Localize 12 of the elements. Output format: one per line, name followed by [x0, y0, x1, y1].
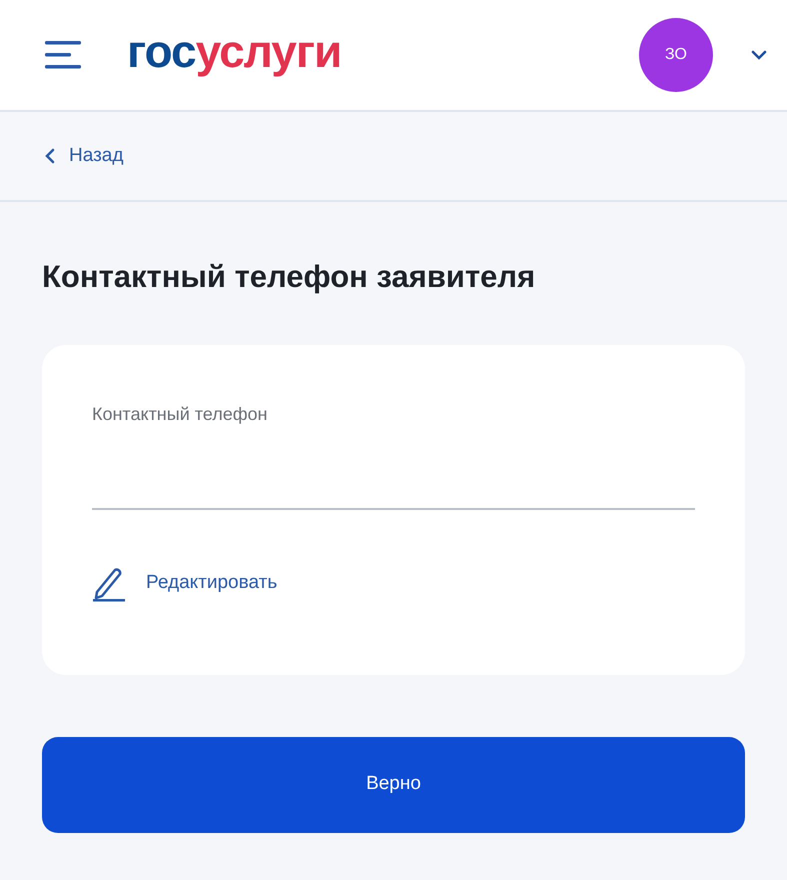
page-title: Контактный телефон заявителя	[42, 258, 536, 296]
user-avatar[interactable]: ЗО	[639, 18, 713, 92]
back-link[interactable]: Назад	[45, 142, 124, 170]
pencil-icon	[92, 566, 126, 602]
edit-link[interactable]: Редактировать	[92, 566, 695, 602]
logo-text: гос	[127, 28, 196, 74]
chevron-left-icon	[45, 148, 55, 164]
submit-button[interactable]: Верно	[42, 736, 745, 832]
field-label: Контактный телефон	[92, 402, 268, 426]
chevron-down-icon[interactable]	[751, 50, 767, 60]
menu-icon[interactable]	[45, 41, 81, 69]
logo-text: услуги	[196, 28, 342, 74]
